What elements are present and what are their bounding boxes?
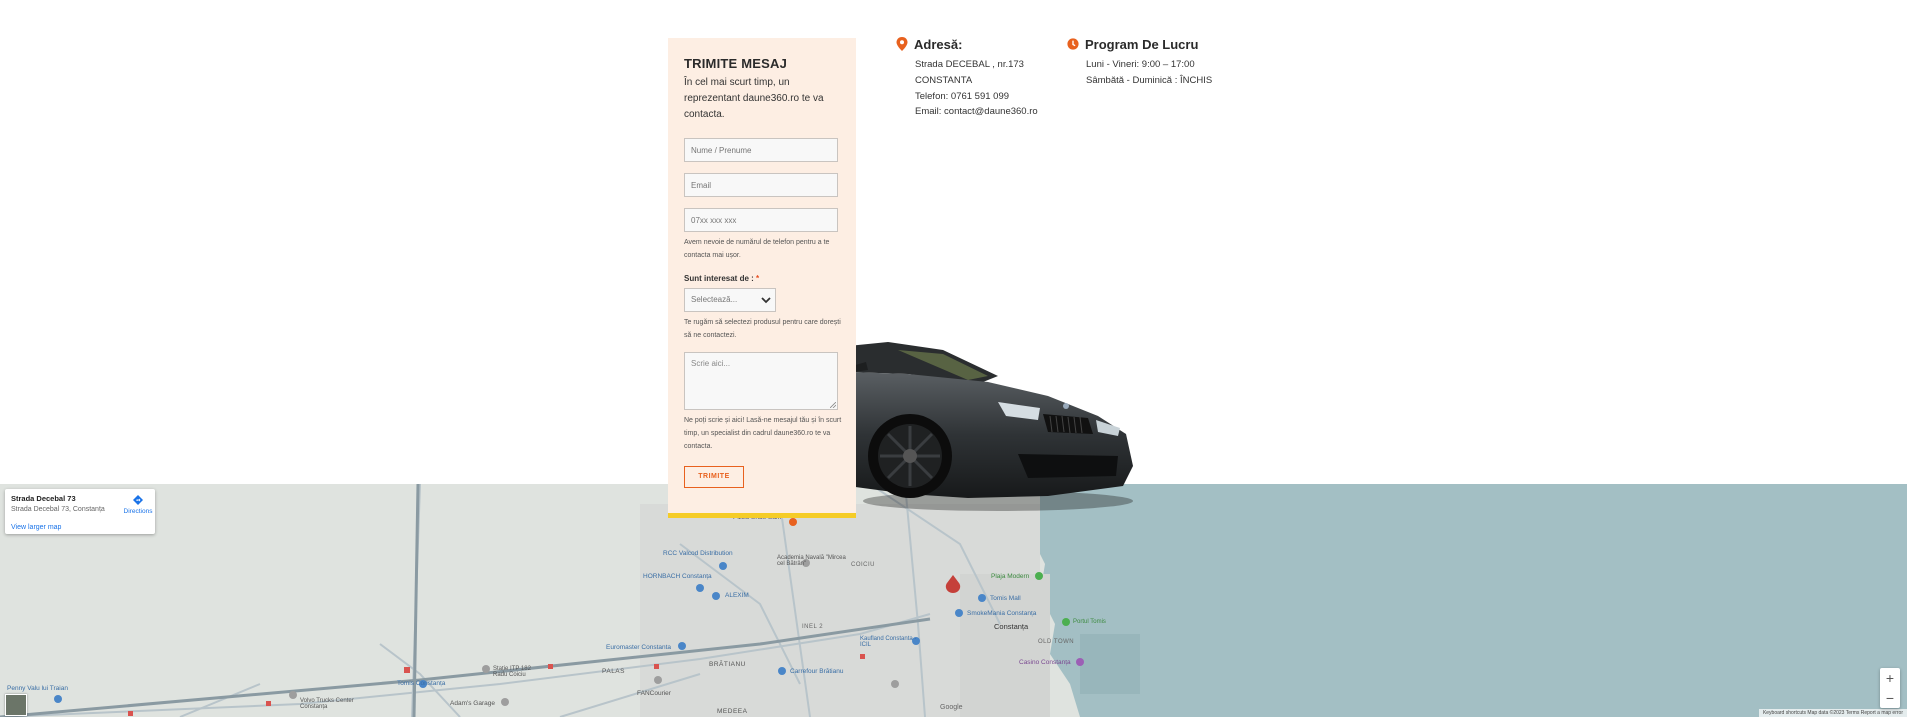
map-label: Portul Tomis — [1073, 619, 1106, 625]
message-help-text: Ne poți scrie și aici! Lasă-ne mesajul t… — [684, 417, 842, 450]
interest-label-text: Sunt interesat de : — [684, 274, 757, 283]
map-label: Tomis Mall — [990, 595, 1021, 602]
place-address: Strada Decebal 73, Constanța — [11, 506, 105, 513]
map-label: INEL 2 — [802, 624, 824, 630]
map-label: ALEXIM — [725, 592, 749, 599]
address-street: Strada DECEBAL , nr.173 — [915, 59, 1024, 70]
map-label: Plaja Modern — [991, 573, 1030, 580]
map-label: HORNBACH Constanța — [643, 573, 712, 580]
select-help-text: Te rugăm să selectezi produsul pentru ca… — [684, 319, 841, 339]
form-title: TRIMITE MESAJ — [684, 56, 787, 71]
location-pin-icon — [896, 37, 908, 51]
interest-label: Sunt interesat de : * — [684, 274, 759, 283]
address-email[interactable]: Email: contact@daune360.ro — [915, 106, 1038, 117]
map-label: SmokeMania Constanța — [967, 610, 1037, 617]
clock-icon — [1067, 38, 1079, 50]
message-textarea[interactable]: Scrie aici... — [684, 352, 838, 410]
map-label: RCC Valcod Distribution — [663, 550, 733, 557]
map-label: Tomis Constanța — [397, 680, 446, 687]
map-label: Constanța — [994, 622, 1029, 631]
directions-button[interactable]: Directions — [123, 494, 153, 515]
map-label: Volvo Trucks Center Constanța — [300, 698, 354, 710]
schedule-weekdays: Luni - Vineri: 9:00 – 17:00 — [1086, 59, 1195, 70]
zoom-in-button[interactable]: + — [1880, 668, 1900, 688]
directions-icon — [133, 495, 143, 505]
map-label: Academia Navală "Mircea cel Bătrân" — [777, 555, 846, 567]
map-place-card: Strada Decebal 73 Strada Decebal 73, Con… — [5, 489, 155, 534]
map-label: FANCourier — [637, 690, 671, 697]
schedule-weekend: Sâmbătă - Duminică : ÎNCHIS — [1086, 75, 1213, 86]
google-logo: Google — [940, 704, 963, 711]
map-label: Stație ITP 182 Radu Coiciu — [493, 666, 531, 678]
map-footer[interactable]: Keyboard shortcuts Map data ©2023 Terms … — [1758, 709, 1907, 717]
phone-help-text: Avem nevoie de numărul de telefon pentru… — [684, 239, 830, 259]
product-select[interactable]: Selectează... — [684, 288, 776, 312]
phone-input[interactable] — [684, 208, 838, 232]
map-label: OLD TOWN — [1038, 639, 1075, 645]
form-subtitle: În cel mai scurt timp, un reprezentant d… — [684, 77, 824, 120]
place-name: Strada Decebal 73 — [11, 494, 76, 503]
car-image — [848, 342, 1133, 511]
google-map[interactable]: Pizza Unde Sam RCC Valcod Distribution A… — [0, 484, 1907, 717]
map-label: BRĂTIANU — [709, 661, 746, 668]
submit-button[interactable]: TRIMITE — [684, 466, 744, 488]
map-label: Casino Constanța — [1019, 659, 1071, 666]
chevron-down-icon — [761, 297, 771, 304]
message-placeholder: Scrie aici... — [691, 359, 731, 368]
map-label: Kaufland Constanta - ICIL — [860, 636, 917, 648]
resize-grip-icon[interactable] — [830, 402, 836, 408]
directions-label: Directions — [123, 508, 153, 515]
email-input[interactable] — [684, 173, 838, 197]
address-heading: Adresă: — [914, 37, 963, 52]
schedule-heading: Program De Lucru — [1085, 37, 1199, 52]
view-larger-map-link[interactable]: View larger map — [11, 524, 61, 531]
map-label: PALAS — [602, 668, 625, 675]
address-city: CONSTANTA — [915, 75, 973, 86]
map-label: Carrefour Brătianu — [790, 668, 844, 675]
select-value: Selectează... — [691, 295, 738, 304]
map-label: Adam's Garage — [450, 700, 495, 707]
zoom-control: + − — [1880, 668, 1900, 708]
contact-form-panel: TRIMITE MESAJ În cel mai scurt timp, un … — [668, 38, 856, 518]
map-label: COICIU — [851, 562, 875, 568]
map-label: Euromaster Constanta — [606, 644, 672, 651]
required-mark: * — [756, 274, 760, 283]
name-input[interactable] — [684, 138, 838, 162]
map-label: Penny Valu lui Traian — [7, 685, 68, 692]
map-label: MEDEEA — [717, 708, 748, 715]
map-type-toggle[interactable] — [5, 694, 27, 716]
zoom-out-button[interactable]: − — [1880, 688, 1900, 708]
address-phone[interactable]: Telefon: 0761 591 099 — [915, 91, 1009, 102]
